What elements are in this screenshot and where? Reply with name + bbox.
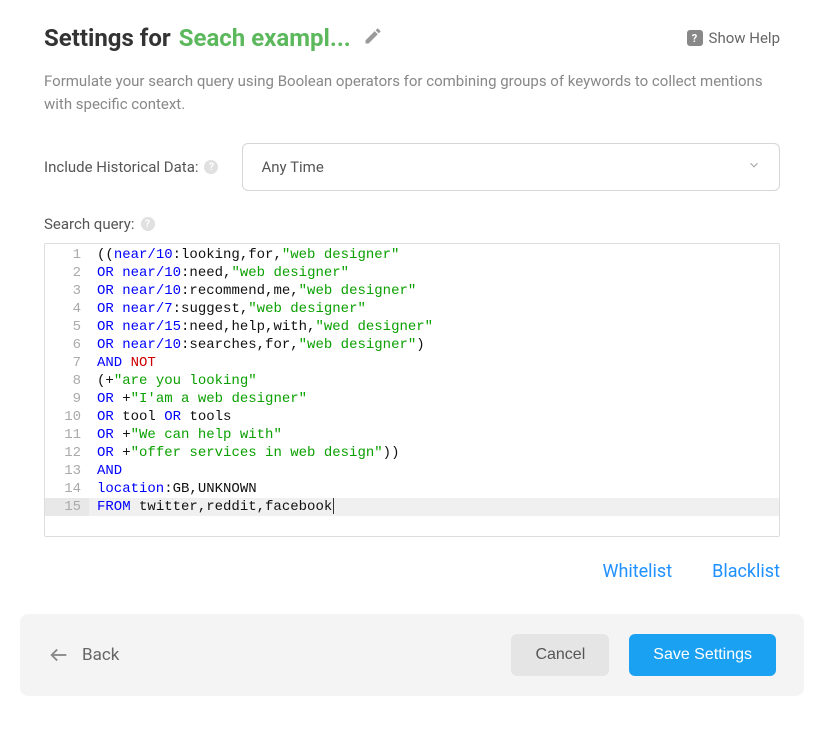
query-editor[interactable]: 123456789101112131415 ((near/10:looking,… <box>44 243 780 537</box>
historical-data-label: Include Historical Data: ? <box>44 158 218 176</box>
edit-icon[interactable] <box>363 26 383 50</box>
page-title-prefix: Settings for <box>44 24 171 52</box>
save-button[interactable]: Save Settings <box>629 634 776 676</box>
blacklist-link[interactable]: Blacklist <box>712 561 780 582</box>
show-help-link[interactable]: ? Show Help <box>687 29 780 47</box>
editor-code[interactable]: ((near/10:looking,for,"web designer"OR n… <box>89 244 779 536</box>
header: Settings for Seach exampl... ? Show Help <box>44 24 780 52</box>
arrow-left-icon <box>48 644 70 666</box>
whitelist-link[interactable]: Whitelist <box>602 561 672 582</box>
search-query-label: Search query: ? <box>44 215 780 233</box>
description-text: Formulate your search query using Boolea… <box>44 70 780 115</box>
back-label: Back <box>82 645 119 665</box>
chevron-down-icon <box>747 158 761 176</box>
historical-data-select[interactable]: Any Time <box>242 143 780 191</box>
show-help-label: Show Help <box>709 29 780 47</box>
historical-data-value: Any Time <box>261 158 323 176</box>
help-icon: ? <box>687 30 703 46</box>
footer-bar: Back Cancel Save Settings <box>20 614 804 696</box>
cancel-button[interactable]: Cancel <box>511 634 609 676</box>
editor-gutter: 123456789101112131415 <box>45 244 89 536</box>
hint-icon[interactable]: ? <box>204 160 218 174</box>
back-button[interactable]: Back <box>48 644 119 666</box>
hint-icon[interactable]: ? <box>141 217 155 231</box>
search-name[interactable]: Seach exampl... <box>179 24 351 52</box>
